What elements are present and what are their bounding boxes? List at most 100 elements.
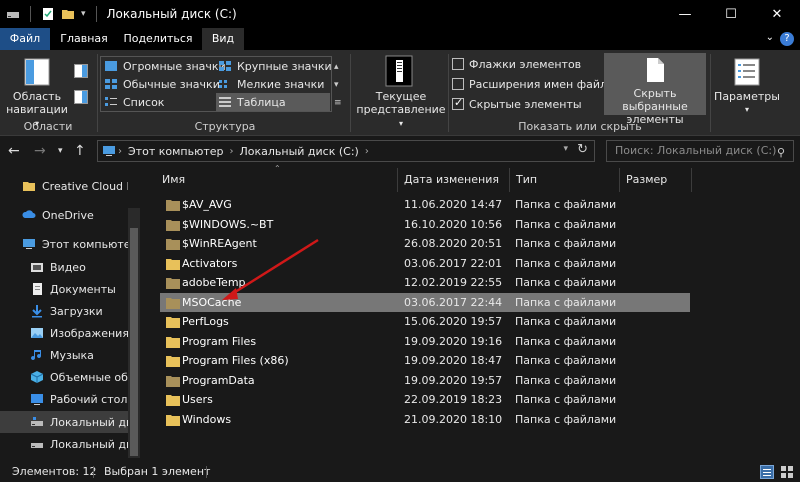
group-label-structure: Структура (194, 120, 256, 133)
breadcrumb-separator-icon[interactable]: › (365, 146, 369, 157)
forward-arrow-icon[interactable]: → (34, 143, 46, 159)
status-bar: Элементов: 12 Выбран 1 элемент (0, 462, 800, 482)
sidebar-item-video[interactable]: Видео (0, 256, 128, 278)
file-name: Activators (182, 256, 238, 270)
large-icons-view-icon[interactable] (780, 465, 794, 479)
scroll-up-icon[interactable]: ▴ (334, 58, 342, 76)
scroll-down-icon[interactable]: ▾ (334, 76, 342, 94)
navigation-pane-icon[interactable] (24, 58, 50, 86)
hidden-items-toggle[interactable]: Скрытые элементы (452, 95, 582, 113)
tab-view[interactable]: Вид (202, 28, 244, 50)
file-row-av-avg[interactable]: $AV_AVG 11.06.2020 14:47 Папка с файлами (160, 195, 690, 214)
file-extensions-toggle[interactable]: Расширения имен файлов (452, 75, 620, 93)
details-pane-icon[interactable] (74, 90, 88, 104)
list-label: Список (123, 95, 165, 109)
up-arrow-icon[interactable]: ↑ (74, 143, 86, 159)
sidebar-item-desktop[interactable]: Рабочий стол (0, 388, 128, 410)
folder-icon (23, 182, 35, 191)
maximize-button[interactable]: ☐ (708, 0, 754, 28)
column-header-date[interactable]: Дата изменения (398, 168, 510, 192)
sidebar-item-downloads[interactable]: Загрузки (0, 300, 128, 322)
current-view-icon[interactable] (384, 54, 414, 88)
gallery-more-icon[interactable]: ≡ (334, 94, 342, 112)
file-row-windows[interactable]: Windows 21.09.2020 18:10 Папка с файлами (160, 410, 690, 429)
file-type: Папка с файлами (515, 393, 617, 406)
file-row-activators[interactable]: Activators 03.06.2017 22:01 Папка с файл… (160, 254, 690, 273)
hidden-items-checkbox[interactable] (452, 96, 464, 110)
file-row-adobetemp[interactable]: adobeTemp 12.02.2019 22:55 Папка с файла… (160, 273, 690, 292)
sidebar-item-label: OneDrive (42, 208, 94, 222)
file-type: Папка с файлами (515, 217, 617, 231)
sidebar-item-documents[interactable]: Документы (0, 278, 128, 300)
properties-icon[interactable] (41, 7, 55, 21)
divider (30, 6, 31, 22)
sidebar-scrollbar[interactable] (128, 208, 140, 458)
sidebar-item-music[interactable]: Музыка (0, 344, 128, 366)
normal-icons-icon (105, 79, 117, 89)
current-view-button[interactable]: Текущее представление ▾ (356, 90, 446, 130)
options-label: Параметры (714, 90, 780, 103)
column-header-type[interactable]: Тип (510, 168, 620, 192)
scrollbar-thumb[interactable] (130, 228, 138, 456)
quick-access-toolbar: ▾ (0, 0, 101, 28)
breadcrumb-separator-icon[interactable]: › (230, 146, 234, 157)
address-dropdown-icon[interactable]: ▾ (563, 144, 568, 154)
back-arrow-icon[interactable]: ← (8, 143, 20, 159)
breadcrumb-this-pc[interactable]: Этот компьютер (128, 145, 224, 158)
recent-locations-icon[interactable]: ▾ (58, 146, 63, 156)
item-checkboxes-checkbox[interactable] (452, 58, 464, 70)
sidebar-item-onedrive[interactable]: OneDrive (0, 204, 128, 226)
file-date: 19.09.2020 18:47 (404, 354, 503, 367)
table-option[interactable]: Таблица (216, 93, 330, 111)
minimize-button[interactable]: — (662, 0, 708, 28)
tab-home[interactable]: Главная (54, 28, 114, 50)
sidebar-item-creative-cloud[interactable]: Creative Cloud Fil (0, 175, 128, 197)
sidebar-item-this-pc[interactable]: Этот компьютер (0, 233, 128, 255)
file-row-program-files[interactable]: Program Files 19.09.2020 19:16 Папка с ф… (160, 332, 690, 351)
list-option[interactable]: Список (104, 93, 164, 111)
sidebar-item-3d-objects[interactable]: Объемные объ (0, 366, 128, 388)
file-row-users[interactable]: Users 22.09.2019 18:23 Папка с файлами (160, 390, 690, 409)
options-button[interactable]: Параметры ▾ (712, 90, 782, 116)
address-bar[interactable]: › Этот компьютер › Локальный диск (C:) ›… (97, 140, 595, 162)
file-row-winreagent[interactable]: $WinREAgent 26.08.2020 20:51 Папка с фай… (160, 234, 690, 253)
options-icon[interactable] (734, 58, 760, 86)
file-row-program-files-x86[interactable]: Program Files (x86) 19.09.2020 18:47 Пап… (160, 351, 690, 370)
column-header-name[interactable]: Имя (156, 168, 398, 192)
file-row-msocache[interactable]: MSOCache 03.06.2017 22:44 Папка с файлам… (160, 292, 690, 312)
tab-share[interactable]: Поделиться (118, 28, 198, 50)
sidebar-item-local-disk-c[interactable]: Локальный дис (0, 411, 128, 433)
file-row-windows-bt[interactable]: $WINDOWS.~BT 16.10.2020 10:56 Папка с фа… (160, 215, 690, 234)
file-extensions-checkbox[interactable] (452, 78, 464, 90)
item-checkboxes-toggle[interactable]: Флажки элементов (452, 55, 581, 73)
new-folder-icon[interactable] (61, 7, 75, 21)
huge-icons-option[interactable]: Огромные значки (104, 57, 226, 75)
huge-icons-icon (105, 61, 117, 71)
computer-icon (103, 146, 115, 156)
large-icons-option[interactable]: Крупные значки (218, 57, 332, 75)
tab-file[interactable]: Файл (0, 28, 50, 50)
customize-quick-access-icon[interactable]: ▾ (81, 9, 86, 19)
help-icon[interactable]: ? (780, 32, 794, 46)
preview-pane-icon[interactable] (74, 64, 88, 78)
hide-selected-button[interactable]: Скрыть выбранные элементы (604, 53, 706, 126)
breadcrumb-local-disk[interactable]: Локальный диск (C:) (240, 145, 359, 158)
search-input[interactable]: Поиск: Локальный диск (C:) ⚲ (606, 140, 794, 162)
collapse-ribbon-icon[interactable]: ⌄ (766, 32, 774, 43)
breadcrumb-separator-icon[interactable]: › (118, 146, 122, 157)
sidebar-item-images[interactable]: Изображения (0, 322, 128, 344)
close-button[interactable]: ✕ (754, 0, 800, 28)
sidebar-item-label: Музыка (50, 348, 94, 362)
details-view-icon[interactable] (760, 465, 774, 479)
sidebar-item-local-disk[interactable]: Локальный дис (0, 433, 128, 455)
drive-icon (31, 443, 43, 448)
gallery-scroll[interactable]: ▴ ▾ ≡ (334, 58, 342, 112)
ribbon: Область навигации ▾ Области Огромные зна… (0, 50, 800, 136)
refresh-icon[interactable]: ↻ (577, 142, 588, 157)
file-row-programdata[interactable]: ProgramData 19.09.2020 19:57 Папка с фай… (160, 371, 690, 390)
3d-objects-icon (30, 371, 44, 383)
file-row-perflogs[interactable]: PerfLogs 15.06.2020 19:57 Папка с файлам… (160, 312, 690, 331)
normal-icons-option[interactable]: Обычные значки (104, 75, 220, 93)
small-icons-option[interactable]: Мелкие значки (218, 75, 324, 93)
column-header-size[interactable]: Размер (620, 168, 692, 192)
